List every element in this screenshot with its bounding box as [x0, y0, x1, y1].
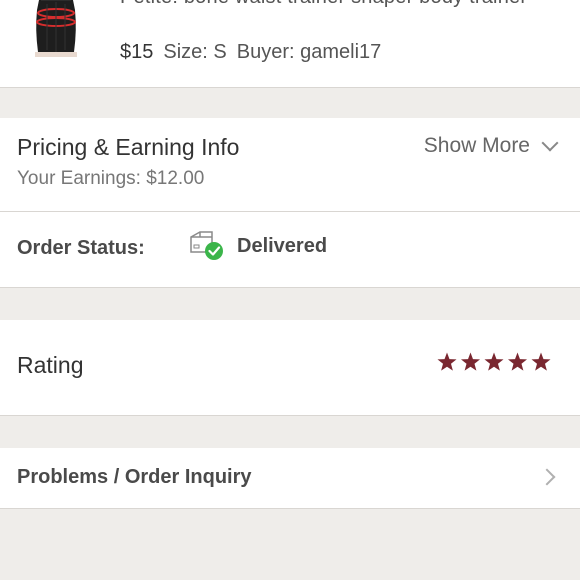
order-status-value: Delivered	[237, 235, 328, 257]
delivered-box-check-icon	[190, 231, 223, 260]
product-thumbnail	[17, 0, 94, 57]
star-icon	[437, 352, 457, 371]
divider	[0, 87, 580, 88]
chevron-down-icon	[541, 134, 559, 152]
pricing-title: Pricing & Earning Info	[17, 134, 240, 160]
product-size: Size: S	[163, 41, 227, 63]
order-status-label: Order Status:	[17, 237, 145, 259]
problems-inquiry-label: Problems / Order Inquiry	[17, 466, 252, 488]
buyer-name: Buyer: gameli17	[236, 41, 382, 63]
earnings-text: Your Earnings: $12.00	[17, 168, 205, 189]
star-icon	[531, 352, 551, 371]
product-meta: $15 Size: S Buyer: gameli17	[120, 38, 381, 66]
divider	[0, 508, 580, 509]
show-more-label: Show More	[423, 134, 530, 157]
star-icon	[460, 352, 481, 371]
pricing-earning-section	[0, 118, 580, 211]
divider	[0, 415, 580, 416]
star-icon	[507, 352, 528, 371]
divider	[0, 287, 580, 288]
rating-stars	[437, 352, 551, 371]
order-item-card[interactable]: Petite! bone waist trainer shaper body t…	[0, 0, 580, 87]
show-more-button[interactable]: Show More	[423, 134, 559, 158]
product-title: Petite! bone waist trainer shaper body t…	[120, 0, 540, 14]
star-icon	[484, 352, 504, 371]
rating-label: Rating	[17, 352, 84, 378]
product-price: $15	[120, 41, 154, 63]
